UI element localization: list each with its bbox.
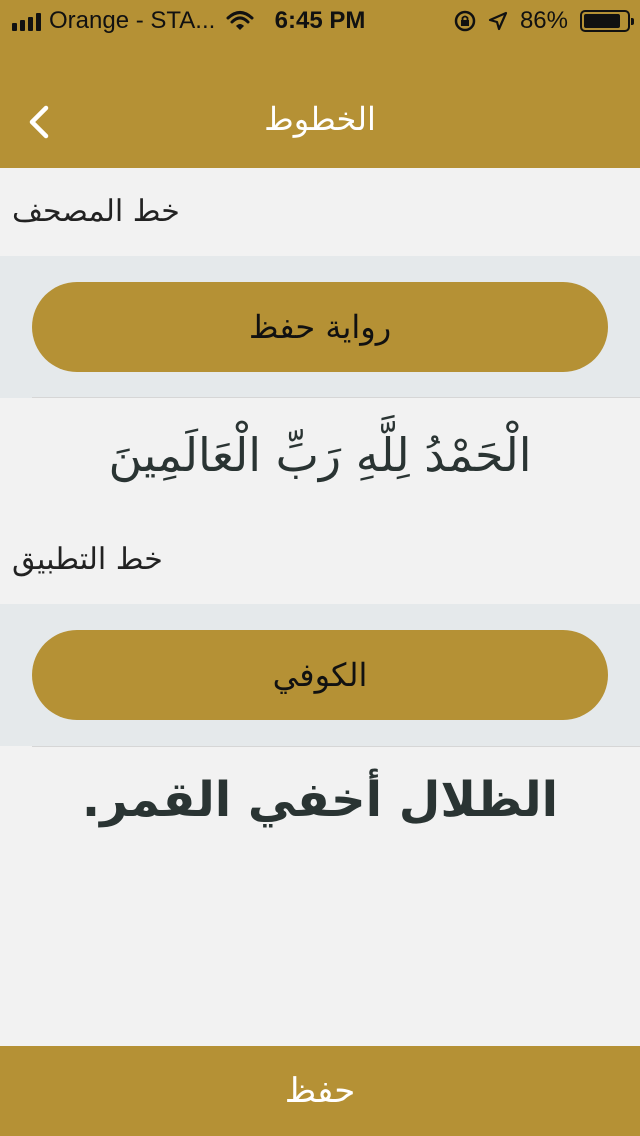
divider — [32, 746, 640, 747]
status-right: 86% — [454, 7, 634, 35]
mushaf-font-button-band: رواية حفظ — [0, 256, 640, 398]
page-title: الخطوط — [264, 100, 376, 138]
battery-icon — [580, 10, 634, 32]
divider — [32, 397, 640, 398]
app-font-select-button[interactable]: الكوفي — [32, 630, 608, 720]
app-font-preview: الظلال أخفي القمر. — [81, 772, 559, 828]
nav-bar: الخطوط — [0, 40, 640, 168]
mushaf-font-section-label: خط المصحف — [0, 168, 640, 256]
rotation-lock-icon — [454, 10, 476, 32]
save-button[interactable]: حفظ — [0, 1046, 640, 1136]
mushaf-font-select-button[interactable]: رواية حفظ — [32, 282, 608, 372]
battery-fill — [584, 14, 621, 28]
app-font-label: خط التطبيق — [12, 542, 163, 577]
location-icon — [488, 11, 508, 31]
app-font-button-band: الكوفي — [0, 604, 640, 746]
save-button-label: حفظ — [284, 1071, 356, 1111]
mushaf-font-preview: الْحَمْدُ لِلَّهِ رَبِّ الْعَالَمِينَ — [108, 428, 532, 482]
battery-percent: 86% — [519, 7, 568, 34]
mushaf-font-label: خط المصحف — [12, 194, 180, 229]
mushaf-font-button-label: رواية حفظ — [248, 308, 392, 346]
app-font-section-label: خط التطبيق — [0, 516, 640, 604]
app-font-button-label: الكوفي — [272, 656, 368, 694]
status-bar: Orange - STA... 6:45 PM 86% — [0, 0, 640, 40]
